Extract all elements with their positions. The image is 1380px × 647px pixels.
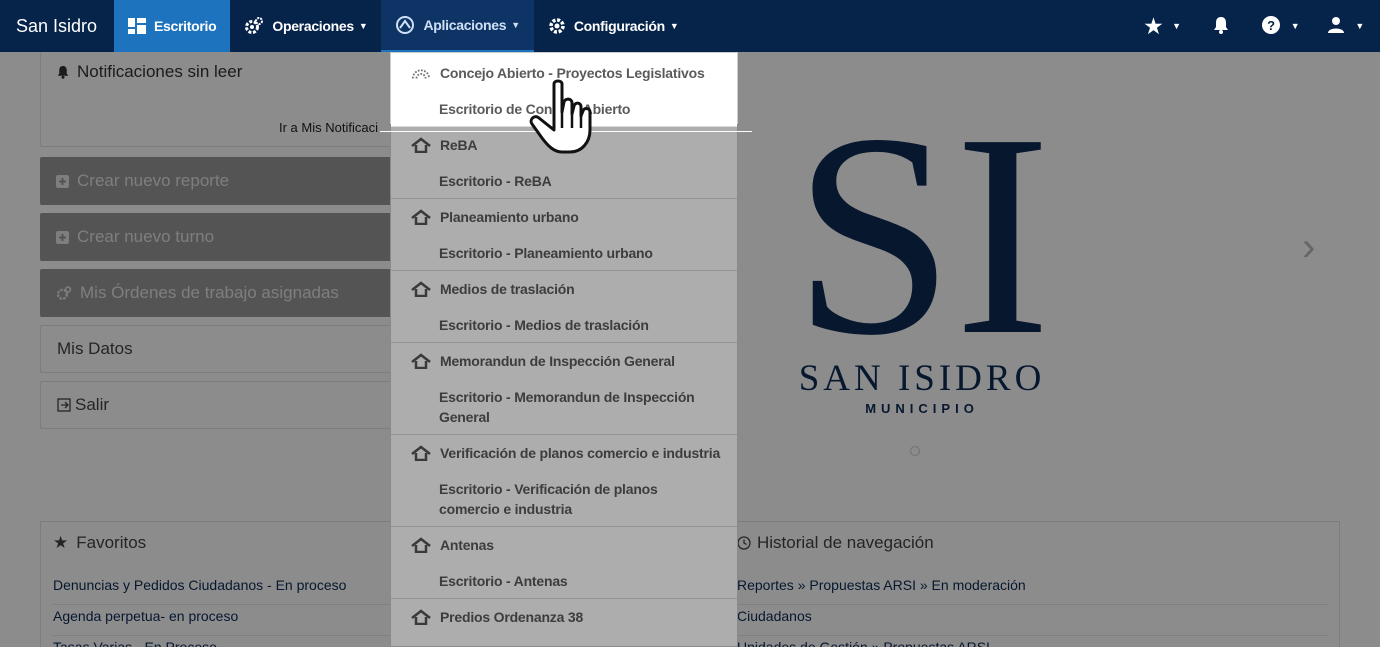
caret-down-icon: ▼ xyxy=(1290,21,1300,31)
nav-escritorio-label: Escritorio xyxy=(154,18,217,34)
caret-down-icon: ▼ xyxy=(1172,21,1181,31)
home-icon xyxy=(411,281,431,297)
svg-text:?: ? xyxy=(1267,18,1275,33)
caret-down-icon: ▼ xyxy=(669,21,679,31)
dropdown-header-planeamiento[interactable]: Planeamiento urbano xyxy=(391,207,737,227)
dropdown-link-memorandun[interactable]: Escritorio - Memorandun de Inspección Ge… xyxy=(391,387,737,427)
help-menu[interactable]: ? ▼ xyxy=(1247,0,1314,52)
dropdown-link-medios[interactable]: Escritorio - Medios de traslación xyxy=(391,315,737,335)
dropdown-header-verificacion[interactable]: Verificación de planos comercio e indust… xyxy=(391,443,737,463)
dropdown-link-antenas[interactable]: Escritorio - Antenas xyxy=(391,571,737,591)
home-icon xyxy=(411,609,431,625)
dropdown-section-antenas: Antenas Escritorio - Antenas xyxy=(391,527,737,599)
star-icon: ★ xyxy=(1144,15,1163,38)
nav-aplicaciones-label: Aplicaciones xyxy=(423,17,507,33)
nav-operaciones-label: Operaciones xyxy=(272,18,354,34)
top-navbar: San Isidro Escritorio Operaciones ▼ Apli… xyxy=(0,0,1380,52)
nav-operaciones[interactable]: Operaciones ▼ xyxy=(230,0,381,52)
dome-icon xyxy=(411,66,431,80)
dropdown-header-medios[interactable]: Medios de traslación xyxy=(391,279,737,299)
dropdown-header-predios[interactable]: Predios Ordenanza 38 xyxy=(391,607,737,627)
dropdown-header-label: Predios Ordenanza 38 xyxy=(440,609,584,625)
gear-icon xyxy=(548,17,566,35)
caret-down-icon: ▼ xyxy=(1355,21,1364,31)
user-icon xyxy=(1327,16,1345,37)
dropdown-header-label: ReBA xyxy=(440,137,478,153)
nav-configuracion-label: Configuración xyxy=(573,18,665,34)
help-icon: ? xyxy=(1261,15,1281,38)
nav-configuracion[interactable]: Configuración ▼ xyxy=(534,0,693,52)
apps-icon xyxy=(395,15,415,35)
dashboard-icon xyxy=(128,18,146,34)
hand-cursor-icon xyxy=(528,78,598,158)
dropdown-link-planeamiento[interactable]: Escritorio - Planeamiento urbano xyxy=(391,243,737,263)
bell-icon xyxy=(1213,16,1229,37)
dropdown-header-label: Planeamiento urbano xyxy=(440,209,579,225)
notifications-menu[interactable] xyxy=(1195,0,1247,52)
dropdown-header-label: Antenas xyxy=(440,537,494,553)
caret-down-icon: ▼ xyxy=(511,20,520,30)
home-icon xyxy=(411,209,431,225)
dropdown-header-memorandun[interactable]: Memorandun de Inspección General xyxy=(391,351,737,371)
nav-aplicaciones[interactable]: Aplicaciones ▼ xyxy=(381,0,534,52)
caret-down-icon: ▼ xyxy=(358,21,368,31)
home-icon xyxy=(411,537,431,553)
nav-escritorio[interactable]: Escritorio xyxy=(114,0,231,52)
gears-icon xyxy=(244,17,264,35)
home-icon xyxy=(411,445,431,461)
home-icon xyxy=(411,353,431,369)
home-icon xyxy=(411,137,431,153)
dropdown-section-memorandun: Memorandun de Inspección General Escrito… xyxy=(391,343,737,435)
favorites-menu[interactable]: ★ ▼ xyxy=(1131,0,1195,52)
dropdown-header-label: Memorandun de Inspección General xyxy=(440,353,675,369)
dropdown-link-reba[interactable]: Escritorio - ReBA xyxy=(391,171,737,191)
dropdown-section-verificacion: Verificación de planos comercio e indust… xyxy=(391,435,737,527)
nav-right-group: ★ ▼ ? ▼ ▼ xyxy=(1131,0,1380,52)
dropdown-section-predios: Predios Ordenanza 38 xyxy=(391,599,737,634)
dropdown-section-planeamiento: Planeamiento urbano Escritorio - Planeam… xyxy=(391,199,737,271)
dropdown-header-label: Verificación de planos comercio e indust… xyxy=(440,445,721,461)
dropdown-header-label: Medios de traslación xyxy=(440,281,575,297)
dropdown-link-verificacion[interactable]: Escritorio - Verificación de planos come… xyxy=(391,479,737,519)
dropdown-header-antenas[interactable]: Antenas xyxy=(391,535,737,555)
user-menu[interactable]: ▼ xyxy=(1313,0,1380,52)
dropdown-section-medios: Medios de traslación Escritorio - Medios… xyxy=(391,271,737,343)
brand-link[interactable]: San Isidro xyxy=(0,0,114,52)
